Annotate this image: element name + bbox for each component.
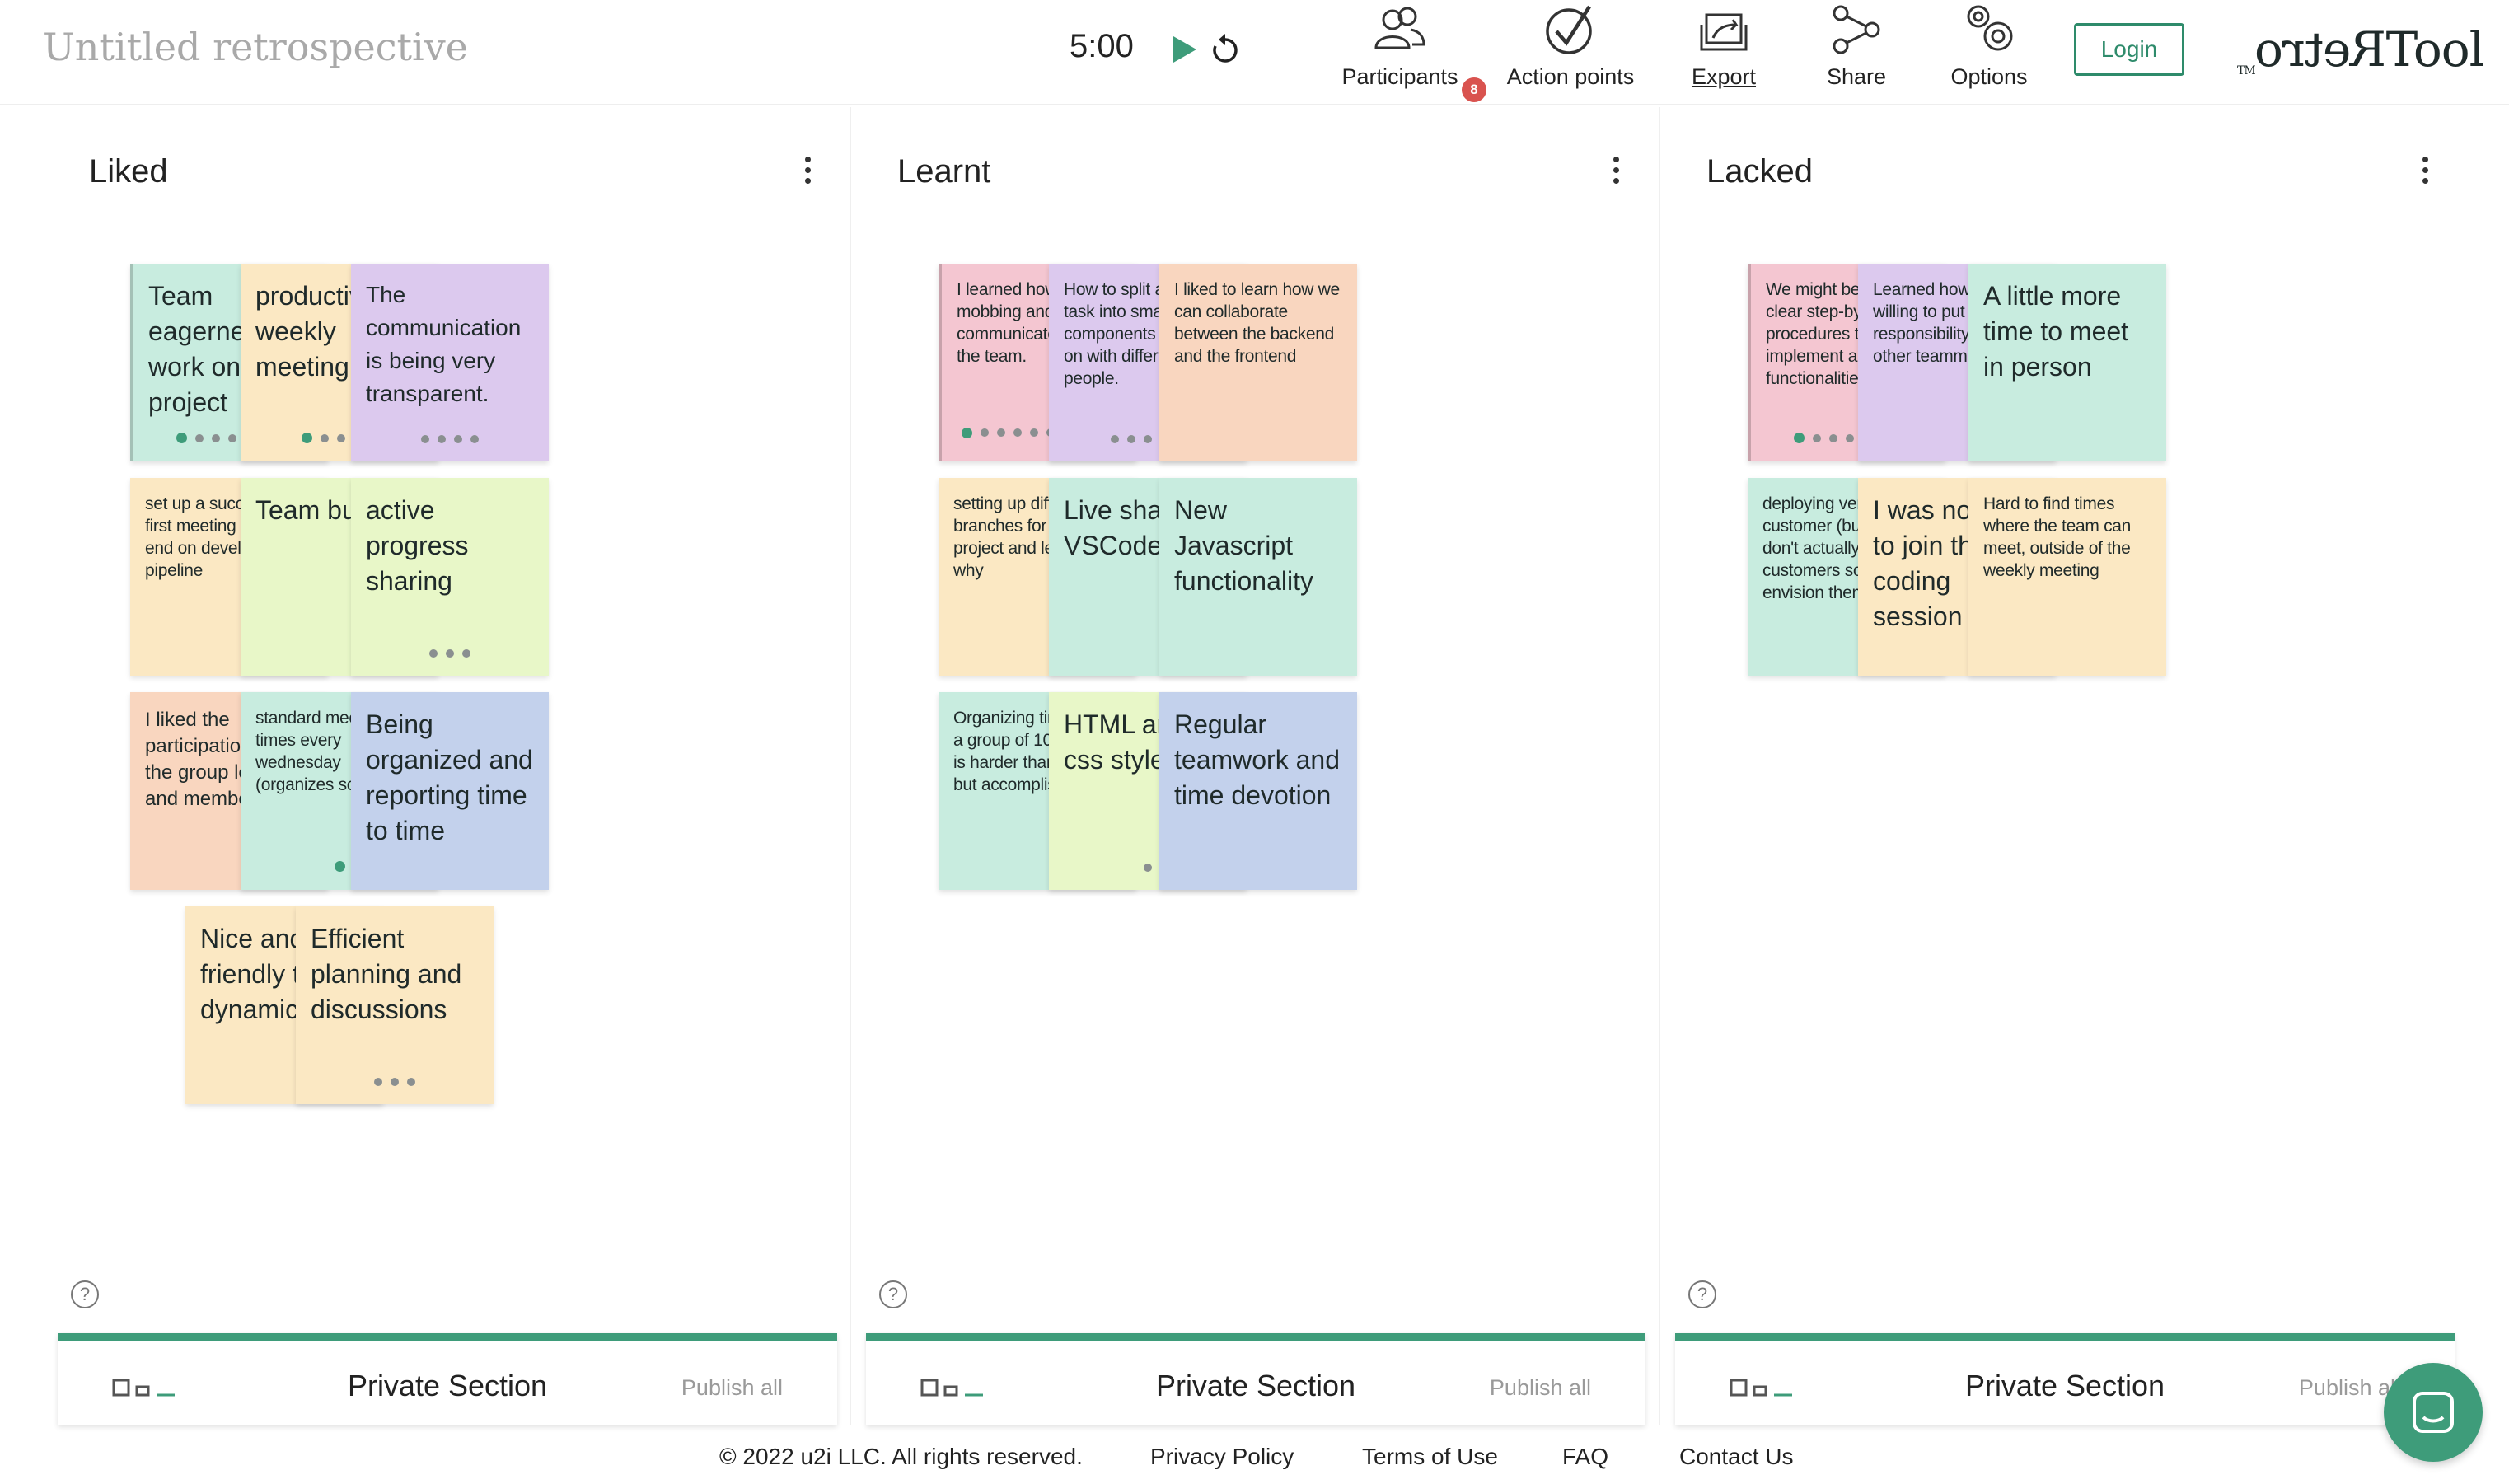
action-points-button[interactable]: Action points [1498,0,1643,105]
export-button[interactable]: Export [1681,0,1767,105]
options-button[interactable]: Options [1946,0,2032,105]
privacy-policy-link[interactable]: Privacy Policy [1150,1444,1294,1470]
help-icon[interactable]: ? [1688,1280,1716,1308]
card-text: Efficient planning and discussions [311,924,462,1024]
help-icon[interactable]: ? [71,1280,99,1308]
vote-dots[interactable] [351,649,549,658]
login-button[interactable]: Login [2074,23,2184,76]
column-learnt: Learnt I learned how to do mobbing and h… [866,107,1675,1425]
vote-dots[interactable] [351,435,549,443]
play-icon[interactable] [1172,35,1198,64]
footer-copyright: © 2022 u2i LLC. All rights reserved. [719,1444,1083,1469]
options-icon [1967,5,2013,51]
card-text: The communication is being very transpar… [366,282,522,406]
private-section[interactable]: Private Section Publish all [58,1333,837,1425]
publish-all-button[interactable]: Publish all [2299,1375,2400,1401]
sticky-note-card[interactable]: Efficient planning and discussions [296,906,494,1104]
sticky-note-card[interactable]: New Javascript functionality [1159,478,1357,676]
card-text: active progress sharing [366,495,469,596]
action-points-icon [1546,5,1592,54]
column-title: Liked [89,153,168,190]
options-label: Options [1950,64,2028,89]
participants-label: Participants [1341,64,1458,89]
sticky-note-card[interactable]: Regular teamwork and time devotion [1159,692,1357,890]
column-lacked: Lacked We might be lack of clear step-by… [1675,107,2484,1425]
reset-icon[interactable] [1210,33,1241,66]
participants-button[interactable]: Participants [1336,0,1463,105]
timer-display[interactable]: 5:00 [1070,28,1134,65]
logo-trademark: TM [2237,64,2256,77]
top-bar: Untitled retrospective 5:00 Participants… [0,0,2509,105]
help-icon[interactable]: ? [879,1280,907,1308]
sticky-note-card[interactable]: active progress sharing [351,478,549,676]
kebab-menu-icon[interactable] [1608,157,1624,190]
card-text: Being organized and reporting time to ti… [366,709,533,845]
retrospective-title[interactable]: Untitled retrospective [43,25,468,69]
column-title: Lacked [1706,153,1813,190]
sticky-note-card[interactable]: Hard to find times where the team can me… [1968,478,2166,676]
publish-all-button[interactable]: Publish all [1490,1375,1591,1401]
participants-count-badge: 8 [1462,77,1486,102]
logo-retro: Retro [2254,21,2386,77]
private-section[interactable]: Private Section Publish all [866,1333,1645,1425]
sticky-note-card[interactable]: A little more time to meet in person [1968,264,2166,461]
sticky-note-card[interactable]: The communication is being very transpar… [351,264,549,461]
logo-tool: Tool [2385,21,2485,77]
contact-us-link[interactable]: Contact Us [1679,1444,1794,1470]
export-icon [1700,13,1748,51]
export-label: Export [1691,64,1757,89]
card-text: Regular teamwork and time devotion [1174,709,1340,810]
card-text: New Javascript functionality [1174,495,1313,596]
footer: © 2022 u2i LLC. All rights reserved. Pri… [0,1434,2509,1483]
share-icon [1833,5,1880,54]
retrotool-logo[interactable]: TMRetroTool [2237,21,2485,77]
kebab-menu-icon[interactable] [2417,157,2433,190]
chat-icon [2413,1392,2454,1433]
publish-all-button[interactable]: Publish all [681,1375,783,1401]
card-text: Hard to find times where the team can me… [1983,494,2132,580]
column-liked: Liked Team eagerness to work on the proj… [58,107,867,1425]
chat-button[interactable] [2384,1363,2483,1462]
participants-icon [1374,7,1425,49]
share-button[interactable]: Share [1816,0,1897,105]
sticky-note-card[interactable]: I liked to learn how we can collaborate … [1159,264,1357,461]
sticky-note-card[interactable]: Being organized and reporting time to ti… [351,692,549,890]
vote-dots[interactable] [296,1078,494,1086]
terms-of-use-link[interactable]: Terms of Use [1362,1444,1498,1470]
faq-link[interactable]: FAQ [1562,1444,1608,1470]
card-text: A little more time to meet in person [1983,281,2129,382]
share-label: Share [1826,64,1887,89]
action-points-label: Action points [1506,64,1635,89]
kebab-menu-icon[interactable] [799,157,816,190]
card-text: I liked to learn how we can collaborate … [1174,280,1340,366]
column-title: Learnt [897,153,991,190]
private-section[interactable]: Private Section Publish all [1675,1333,2455,1425]
